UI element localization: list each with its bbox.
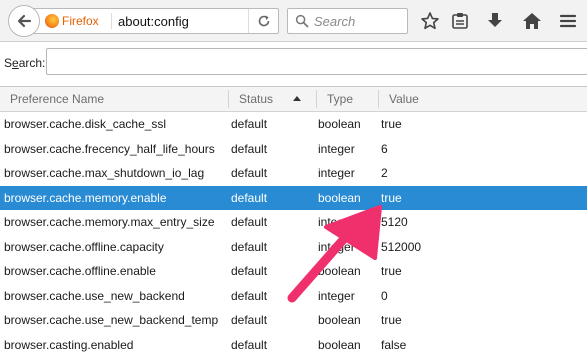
pref-type: integer [318, 288, 355, 303]
search-placeholder: Search [314, 14, 356, 29]
column-header-type[interactable]: Type [327, 87, 353, 111]
pref-status: default [231, 190, 268, 205]
pref-type: integer [318, 141, 355, 156]
pref-value: 0 [381, 288, 388, 303]
pref-value: false [381, 337, 407, 352]
pref-value: 512000 [381, 239, 422, 254]
pref-name: browser.cache.use_new_backend [4, 288, 185, 303]
pref-status: default [231, 166, 268, 180]
table-row-selected[interactable]: browser.cache.memory.enable default bool… [0, 185, 587, 210]
config-search-row: Search: [0, 42, 587, 86]
pref-type: boolean [318, 313, 361, 327]
bookmark-star-icon [421, 12, 439, 30]
back-arrow-icon [17, 14, 32, 28]
site-identity[interactable]: Firefox [45, 13, 99, 29]
pref-value: true [381, 313, 402, 327]
pref-name: browser.cache.disk_cache_ssl [4, 117, 167, 131]
downloads-button[interactable] [483, 9, 507, 33]
pref-type: integer [318, 215, 355, 229]
home-button[interactable] [520, 9, 544, 33]
pref-status: default [231, 117, 268, 131]
pref-name: browser.cache.max_shutdown_io_lag [4, 166, 205, 180]
pref-value: true [381, 264, 402, 278]
pref-status: default [231, 288, 268, 303]
home-icon [523, 13, 541, 29]
reload-button[interactable] [254, 11, 274, 31]
table-row[interactable]: browser.cache.use_new_backend default in… [0, 284, 587, 309]
column-header-status[interactable]: Status [239, 87, 273, 111]
pref-type: integer [318, 166, 355, 180]
pref-type: boolean [318, 264, 361, 278]
column-divider[interactable] [378, 90, 379, 108]
table-row[interactable]: browser.cache.offline.capacity default i… [0, 235, 587, 260]
table-row[interactable]: browser.cache.memory.max_entry_size defa… [0, 210, 587, 235]
pref-name: browser.cache.offline.enable [4, 264, 156, 278]
search-bar[interactable]: Search [287, 8, 408, 34]
column-header-value[interactable]: Value [389, 87, 419, 111]
back-button[interactable] [8, 5, 40, 37]
pref-type: boolean [318, 190, 361, 205]
table-row[interactable]: browser.casting.enabled default boolean … [0, 333, 587, 352]
url-text[interactable]: about:config [118, 14, 189, 29]
pref-value: true [381, 117, 402, 131]
table-rows: browser.cache.disk_cache_ssl default boo… [0, 112, 587, 352]
reading-list-button[interactable] [448, 9, 472, 33]
pref-status: default [231, 239, 268, 254]
reading-list-icon [452, 13, 468, 29]
search-icon [295, 14, 309, 31]
column-divider[interactable] [316, 90, 317, 108]
pref-name: browser.casting.enabled [4, 337, 134, 352]
pref-name: browser.cache.memory.max_entry_size [4, 215, 215, 229]
table-row[interactable]: browser.cache.max_shutdown_io_lag defaul… [0, 161, 587, 186]
table-row[interactable]: browser.cache.frecency_half_life_hours d… [0, 137, 587, 162]
download-icon [488, 13, 502, 27]
pref-name: browser.cache.use_new_backend_temp [4, 313, 219, 327]
menu-button[interactable] [556, 9, 580, 33]
pref-type: boolean [318, 337, 361, 352]
pref-value: 2 [381, 166, 388, 180]
pref-value: 5120 [381, 215, 408, 229]
pref-value: 6 [381, 141, 388, 156]
reload-icon [258, 15, 270, 27]
column-divider[interactable] [228, 90, 229, 108]
config-search-input[interactable] [46, 48, 587, 75]
config-search-label: Search: [4, 56, 46, 70]
table-header: Preference Name Status Type Value [0, 87, 587, 112]
menu-icon [559, 14, 577, 28]
pref-type: integer [318, 239, 355, 254]
bookmark-button[interactable] [418, 9, 442, 33]
pref-status: default [231, 215, 268, 229]
reload-separator [248, 9, 249, 33]
pref-status: default [231, 337, 268, 352]
identity-label: Firefox [62, 14, 99, 28]
table-row[interactable]: browser.cache.disk_cache_ssl default boo… [0, 112, 587, 137]
navigation-toolbar: Firefox about:config Search [0, 0, 587, 42]
column-header-preference-name[interactable]: Preference Name [10, 87, 104, 111]
table-row[interactable]: browser.cache.use_new_backend_temp defau… [0, 308, 587, 333]
pref-status: default [231, 141, 268, 156]
table-row[interactable]: browser.cache.offline.enable default boo… [0, 259, 587, 284]
pref-type: boolean [318, 117, 361, 131]
sort-ascending-icon [293, 96, 301, 101]
pref-name: browser.cache.offline.capacity [4, 239, 164, 254]
pref-name: browser.cache.frecency_half_life_hours [4, 141, 215, 156]
identity-separator [111, 13, 112, 29]
pref-name: browser.cache.memory.enable [4, 190, 167, 205]
firefox-logo-icon [45, 14, 59, 28]
preferences-table: Preference Name Status Type Value browse… [0, 86, 587, 352]
pref-status: default [231, 313, 268, 327]
pref-value: true [381, 190, 402, 205]
pref-status: default [231, 264, 268, 278]
url-bar[interactable]: Firefox about:config [30, 8, 279, 34]
